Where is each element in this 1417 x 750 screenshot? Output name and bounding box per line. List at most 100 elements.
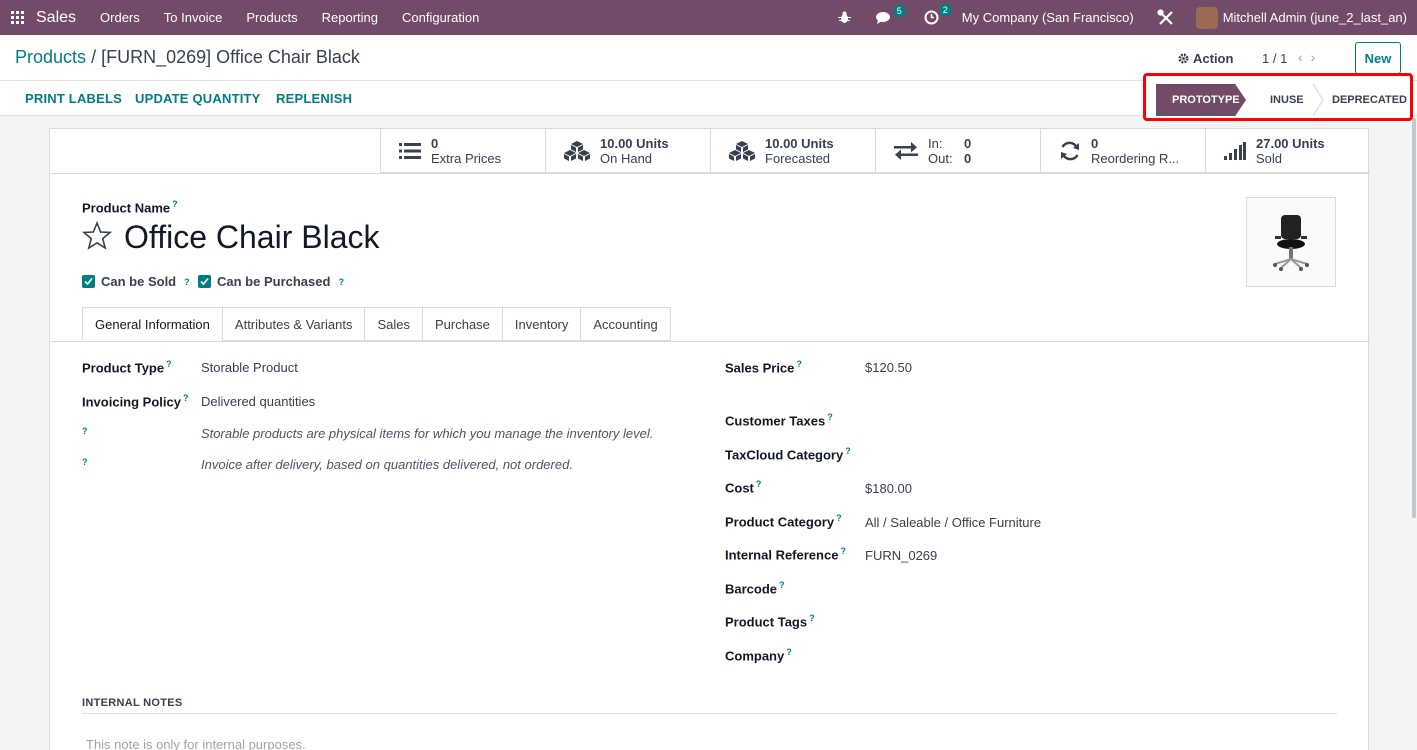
favorite-star-icon[interactable] — [82, 221, 112, 251]
reordering-label: Reordering R... — [1091, 151, 1180, 166]
messages-badge: 5 — [893, 4, 905, 17]
replenish-button[interactable]: REPLENISH — [276, 91, 352, 106]
breadcrumb-separator: / — [91, 47, 97, 67]
signal-bars-icon — [1224, 142, 1246, 160]
product-type-label: Product Type? — [82, 359, 172, 376]
main-menu: Orders To Invoice Products Reporting Con… — [88, 10, 491, 25]
product-tags-label: Product Tags? — [725, 613, 815, 630]
cubes-icon — [729, 141, 755, 161]
reordering-rules-button[interactable]: 0 Reordering R... — [1040, 129, 1205, 173]
stage-deprecated[interactable]: DEPRECATED — [1330, 84, 1407, 116]
cost-input[interactable]: $180.00 — [865, 481, 912, 496]
customer-taxes-label: Customer Taxes? — [725, 412, 833, 429]
activities-badge: 2 — [939, 4, 951, 16]
menu-orders[interactable]: Orders — [88, 10, 152, 25]
update-quantity-button[interactable]: UPDATE QUANTITY — [135, 91, 261, 106]
product-name-input[interactable]: Office Chair Black — [124, 219, 380, 256]
notebook-tabs: General Information Attributes & Variant… — [82, 307, 671, 341]
invoicing-policy-label: Invoicing Policy? — [82, 393, 189, 410]
forecasted-label: Forecasted — [765, 151, 831, 166]
on-hand-button[interactable]: 10.00 Units On Hand — [545, 129, 710, 173]
product-category-select[interactable]: All / Saleable / Office Furniture — [865, 515, 1041, 530]
tab-accounting[interactable]: Accounting — [581, 307, 671, 341]
app-name[interactable]: Sales — [36, 9, 76, 27]
internal-notes-heading: INTERNAL NOTES — [82, 697, 183, 709]
top-navbar: Sales Orders To Invoice Products Reporti… — [0, 0, 1417, 35]
taxcloud-category-label: TaxCloud Category? — [725, 446, 851, 463]
forecasted-button[interactable]: 10.00 Units Forecasted — [710, 129, 875, 173]
help-marker: ? — [82, 426, 88, 436]
company-switcher[interactable]: My Company (San Francisco) — [962, 10, 1134, 25]
in-out-button[interactable]: In: 0 Out: 0 — [875, 129, 1040, 173]
user-avatar[interactable] — [1195, 6, 1218, 29]
print-labels-button[interactable]: PRINT LABELS — [25, 91, 122, 106]
messages-icon[interactable]: 5 — [875, 4, 905, 25]
extra-prices-value: 0 — [431, 136, 439, 151]
can-be-sold-checkbox[interactable]: Can be Sold? — [82, 274, 190, 289]
barcode-label: Barcode? — [725, 580, 785, 597]
stage-inuse[interactable]: INUSE — [1250, 84, 1320, 116]
out-value: 0 — [964, 151, 972, 166]
sales-price-label: Sales Price? — [725, 359, 802, 376]
tab-purchase[interactable]: Purchase — [422, 307, 503, 341]
pager-next-icon[interactable]: › — [1311, 49, 1316, 65]
form-sheet: 0 Extra Prices 10.00 Units On Hand 10.00 U… — [49, 128, 1370, 750]
can-be-purchased-checkbox[interactable]: Can be Purchased? — [198, 274, 344, 289]
breadcrumb-products[interactable]: Products — [15, 47, 86, 67]
extra-prices-label: Extra Prices — [431, 151, 502, 166]
stage-prototype[interactable]: PROTOTYPE — [1156, 84, 1246, 116]
checkbox-checked-icon — [82, 275, 95, 288]
breadcrumb: Products / [FURN_0269] Office Chair Blac… — [15, 47, 360, 68]
activity-clock-icon[interactable]: 2 — [924, 4, 951, 25]
menu-products[interactable]: Products — [234, 10, 309, 25]
product-type-select[interactable]: Storable Product — [201, 360, 298, 375]
smart-buttons: 0 Extra Prices 10.00 Units On Hand 10.00 U… — [380, 129, 1370, 173]
sales-price-input[interactable]: $120.50 — [865, 360, 912, 375]
company-label: Company? — [725, 647, 792, 664]
pager-value[interactable]: 1 / 1 — [1262, 51, 1287, 66]
debug-tools-icon[interactable] — [1157, 8, 1175, 27]
gear-icon — [1178, 53, 1189, 64]
reordering-value: 0 — [1091, 136, 1099, 151]
pager-previous-icon[interactable]: ‹ — [1298, 49, 1303, 65]
can-be-sold-label: Can be Sold — [101, 274, 177, 289]
smart-buttons-divider — [50, 173, 1370, 174]
internal-notes-input[interactable]: This note is only for internal purposes. — [86, 737, 306, 750]
on-hand-value: 10.00 Units — [600, 136, 669, 151]
invoicing-policy-help-text: Invoice after delivery, based on quantit… — [201, 457, 573, 472]
help-marker: ? — [82, 457, 88, 467]
sold-label: Sold — [1256, 151, 1283, 166]
tab-inventory[interactable]: Inventory — [502, 307, 582, 341]
tab-attributes-variants[interactable]: Attributes & Variants — [222, 307, 366, 341]
invoicing-policy-select[interactable]: Delivered quantities — [201, 394, 315, 409]
tab-sales[interactable]: Sales — [365, 307, 423, 341]
refresh-icon — [1061, 141, 1079, 161]
menu-configuration[interactable]: Configuration — [390, 10, 491, 25]
apps-menu-icon[interactable] — [0, 0, 36, 35]
internal-notes-divider — [82, 713, 1337, 714]
can-be-purchased-label: Can be Purchased — [217, 274, 331, 289]
sold-button[interactable]: 27.00 Units Sold — [1205, 129, 1370, 173]
product-image[interactable] — [1246, 197, 1336, 287]
stage-statusbar: PROTOTYPE INUSE DEPRECATED — [1143, 73, 1413, 121]
extra-prices-button[interactable]: 0 Extra Prices — [380, 129, 545, 173]
tab-general-information[interactable]: General Information — [82, 307, 223, 341]
forecasted-value: 10.00 Units — [765, 136, 834, 151]
out-label: Out: — [928, 151, 953, 166]
in-label: In: — [928, 136, 943, 151]
menu-reporting[interactable]: Reporting — [310, 10, 390, 25]
new-button[interactable]: New — [1355, 42, 1401, 74]
internal-reference-label: Internal Reference? — [725, 546, 846, 563]
list-icon — [399, 143, 421, 159]
page-scrollbar[interactable] — [1412, 118, 1416, 518]
cubes-icon — [564, 141, 590, 161]
checkbox-checked-icon — [198, 275, 211, 288]
bug-icon[interactable] — [837, 11, 851, 24]
breadcrumb-current: [FURN_0269] Office Chair Black — [101, 47, 360, 67]
action-button[interactable]: Action — [1178, 51, 1233, 66]
internal-reference-input[interactable]: FURN_0269 — [865, 548, 937, 563]
on-hand-label: On Hand — [600, 151, 653, 166]
product-category-label: Product Category? — [725, 513, 842, 530]
user-menu[interactable]: Mitchell Admin (june_2_last_an) — [1223, 10, 1407, 25]
menu-to-invoice[interactable]: To Invoice — [152, 10, 235, 25]
